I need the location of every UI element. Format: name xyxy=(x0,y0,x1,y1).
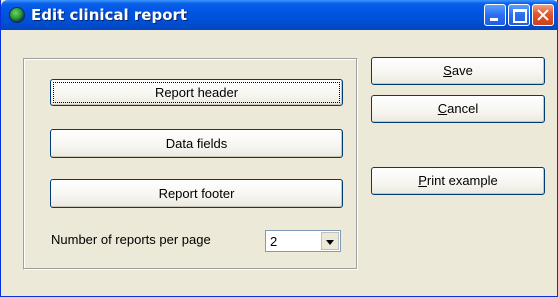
save-label: ave xyxy=(451,63,473,78)
cancel-mnemonic: C xyxy=(437,101,448,116)
close-button[interactable] xyxy=(532,4,554,26)
minimize-button[interactable] xyxy=(484,4,506,26)
reports-per-page-select[interactable]: 2 xyxy=(265,230,341,252)
report-header-button[interactable]: Report header xyxy=(50,79,343,106)
dialog-window: Edit clinical report Report header Data … xyxy=(0,0,558,297)
report-footer-label: Report footer xyxy=(158,186,235,201)
print-mnemonic: P xyxy=(418,173,427,188)
report-header-label: Report header xyxy=(154,85,239,100)
globe-icon xyxy=(9,7,25,23)
data-fields-label: Data fields xyxy=(165,136,228,151)
maximize-button[interactable] xyxy=(508,4,530,26)
data-fields-button[interactable]: Data fields xyxy=(50,129,343,158)
chevron-down-icon[interactable] xyxy=(321,232,339,250)
cancel-label: ancel xyxy=(447,101,479,116)
print-example-button[interactable]: Print example xyxy=(371,167,545,195)
title-bar[interactable]: Edit clinical report xyxy=(1,0,558,30)
window-title: Edit clinical report xyxy=(31,6,188,24)
reports-per-page-value: 2 xyxy=(270,234,278,249)
report-footer-button[interactable]: Report footer xyxy=(50,179,343,208)
cancel-button[interactable]: Cancel xyxy=(371,95,545,123)
reports-per-page-label: Number of reports per page xyxy=(51,232,211,247)
save-button[interactable]: Save xyxy=(371,57,545,85)
save-mnemonic: S xyxy=(443,63,452,78)
print-label: rint example xyxy=(426,173,498,188)
